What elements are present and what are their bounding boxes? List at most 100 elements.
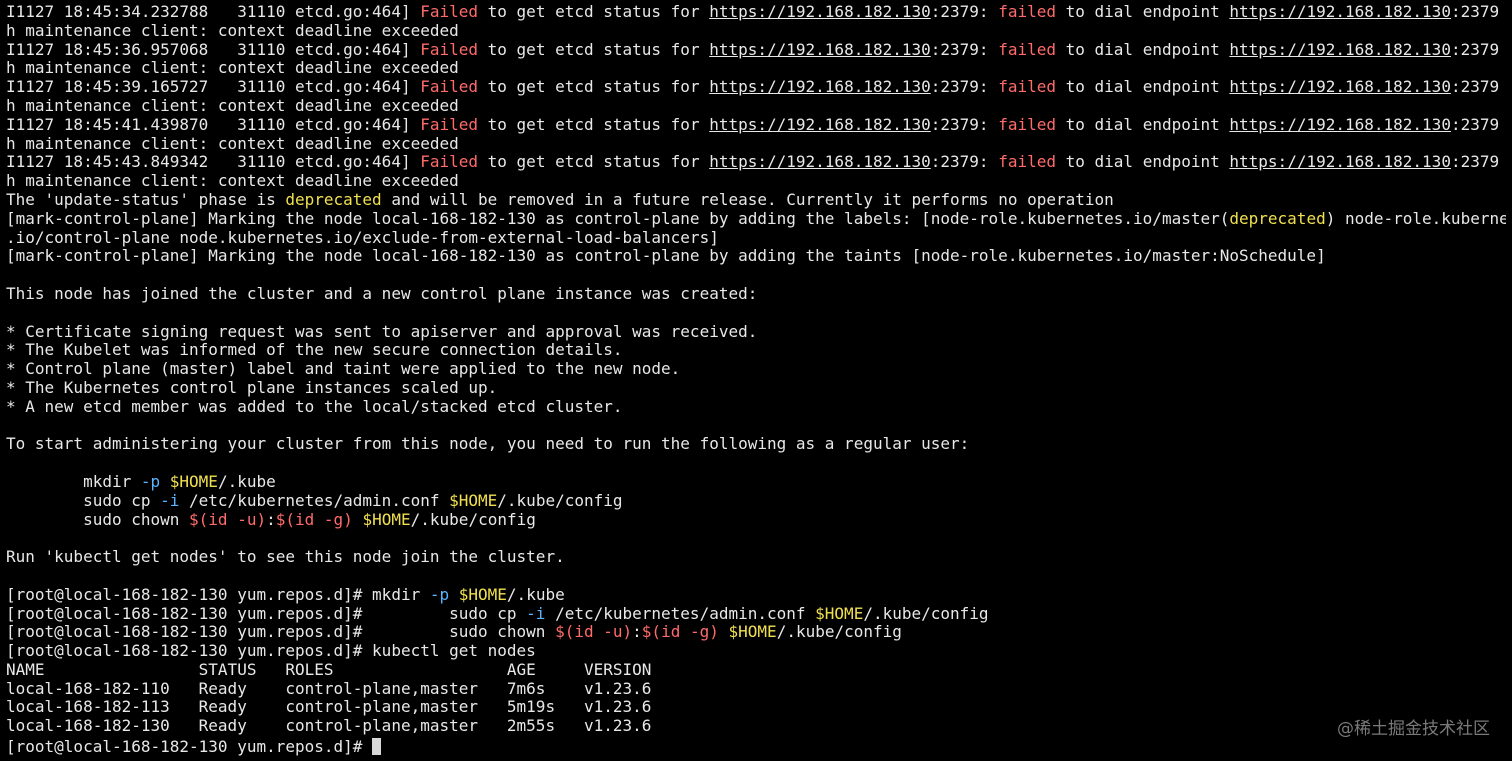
terminal-line: To start administering your cluster from… [6, 435, 1506, 454]
url-link[interactable]: https://192.168.182.130 [1229, 41, 1451, 59]
terminal-line: mkdir -p $HOME/.kube [6, 473, 1506, 492]
terminal-line: Run 'kubectl get nodes' to see this node… [6, 548, 1506, 567]
terminal-text-segment: [root@local-168-182-130 yum.repos.d]# ku… [6, 642, 536, 661]
terminal-text-segment: I1127 18:45:39.165727 31110 etcd.go:464] [6, 78, 421, 97]
terminal-text-segment: :2379 wit [1450, 3, 1500, 21]
terminal-text-segment: /.kube/config [863, 604, 989, 623]
terminal-line: local-168-182-113 Ready control-plane,ma… [6, 698, 1506, 717]
terminal-text-segment: to get etcd status for [478, 3, 710, 21]
terminal-text-segment: to dial endpoint [1056, 115, 1230, 134]
terminal-text-segment: h maintenance client: context deadline e… [6, 59, 459, 78]
terminal-text-segment: : [632, 623, 642, 642]
terminal-text-segment: to dial endpoint [1056, 3, 1230, 21]
terminal-text-segment: $HOME [728, 623, 777, 642]
terminal-text-segment: /etc/kubernetes/admin.conf [545, 604, 816, 623]
terminal-text-segment: ) [709, 623, 719, 642]
terminal-line: h maintenance client: context deadline e… [6, 59, 1506, 78]
terminal-text-segment: local-168-182-113 Ready control-plane,ma… [6, 698, 652, 717]
terminal-text-segment: h maintenance client: context deadline e… [6, 21, 459, 40]
url-link[interactable]: https://192.168.182.130 [709, 78, 931, 96]
url-link[interactable]: https://192.168.182.130 [709, 153, 931, 171]
terminal-text-segment: :2379 wit [1450, 115, 1500, 134]
terminal-line: * Control plane (master) label and taint… [6, 360, 1506, 379]
terminal-line: h maintenance client: context deadline e… [6, 22, 1506, 41]
terminal-text-segment: failed [998, 3, 1056, 21]
terminal-text-segment: -p [429, 585, 450, 604]
terminal-line: [root@local-168-182-130 yum.repos.d]# su… [6, 605, 1506, 624]
terminal-text-segment: This node has joined the cluster and a n… [6, 284, 758, 303]
terminal-text-segment: /.kube/config [497, 491, 623, 510]
terminal-text-segment: to dial endpoint [1056, 40, 1230, 59]
terminal-text-segment: /etc/kubernetes/admin.conf [179, 491, 450, 510]
terminal-text-segment: h maintenance client: context deadline e… [6, 172, 459, 191]
terminal-text-segment: ) [256, 510, 267, 529]
terminal-prompt-line[interactable]: [root@local-168-182-130 yum.repos.d]# [6, 738, 382, 757]
terminal-line: * A new etcd member was added to the loc… [6, 398, 1506, 417]
terminal-output: I1127 18:45:34.232788 31110 etcd.go:464]… [6, 3, 1506, 759]
url-link[interactable]: https://192.168.182.130 [709, 41, 931, 59]
terminal-text-segment: Failed [420, 3, 479, 21]
terminal-text-segment: $HOME [362, 510, 411, 529]
terminal-text-segment: Run 'kubectl get nodes' to see this node… [6, 548, 565, 567]
terminal-line: I1127 18:45:41.439870 31110 etcd.go:464]… [6, 116, 1506, 135]
terminal-text-segment: The 'update-status' phase is [6, 190, 286, 209]
terminal-text-segment: To start administering your cluster from… [6, 435, 970, 454]
url-link[interactable]: https://192.168.182.130 [1229, 153, 1451, 171]
terminal-text-segment: $HOME [458, 585, 507, 604]
terminal-text-segment: id -g [661, 623, 710, 642]
terminal-line: sudo cp -i /etc/kubernetes/admin.conf $H… [6, 492, 1506, 511]
terminal-line: [root@local-168-182-130 yum.repos.d]# su… [6, 623, 1506, 642]
terminal-window[interactable]: I1127 18:45:34.232788 31110 etcd.go:464]… [0, 0, 1512, 761]
url-link[interactable]: https://192.168.182.130 [709, 3, 931, 21]
url-link[interactable]: https://192.168.182.130 [1229, 116, 1451, 134]
terminal-text-segment: /.kube [217, 472, 276, 491]
terminal-text-segment: * Control plane (master) label and taint… [6, 360, 681, 379]
url-link[interactable]: https://192.168.182.130 [709, 116, 931, 134]
terminal-text-segment: mkdir [6, 472, 141, 491]
terminal-text-segment: $( [555, 623, 575, 642]
terminal-text-segment: [mark-control-plane] Marking the node lo… [6, 247, 1326, 266]
terminal-line: local-168-182-110 Ready control-plane,ma… [6, 680, 1506, 699]
terminal-text-segment: /.kube/config [410, 510, 536, 529]
terminal-text-segment: h maintenance client: context deadline e… [6, 134, 459, 153]
terminal-text-segment: I1127 18:45:34.232788 31110 etcd.go:464] [6, 3, 421, 21]
terminal-text-segment: [root@local-168-182-130 yum.repos.d]# su… [6, 623, 556, 642]
terminal-text-segment: deprecated [1229, 209, 1326, 228]
terminal-line: .io/control-plane node.kubernetes.io/exc… [6, 229, 1506, 248]
terminal-text-segment: :2379 wit [1450, 78, 1500, 97]
terminal-text-segment: ) [343, 510, 353, 529]
terminal-line: I1127 18:45:43.849342 31110 etcd.go:464]… [6, 153, 1506, 172]
terminal-text-segment: Failed [420, 78, 479, 97]
terminal-text-segment: -i [526, 604, 546, 623]
terminal-line: * Certificate signing request was sent t… [6, 323, 1506, 342]
terminal-text-segment: /.kube [506, 585, 565, 604]
terminal-line: I1127 18:45:36.957068 31110 etcd.go:464]… [6, 41, 1506, 60]
terminal-text-segment: to dial endpoint [1056, 78, 1230, 97]
terminal-text-segment: * The Kubelet was informed of the new se… [6, 341, 623, 360]
terminal-text-segment: :2379: [930, 40, 999, 59]
prompt-text: [root@local-168-182-130 yum.repos.d]# [6, 738, 373, 756]
terminal-text-segment: id -u [574, 623, 623, 642]
terminal-line: The 'update-status' phase is deprecated … [6, 191, 1506, 210]
terminal-text-segment: to get etcd status for [478, 78, 710, 97]
terminal-text-segment: I1127 18:45:41.439870 31110 etcd.go:464] [6, 115, 421, 134]
terminal-line: I1127 18:45:39.165727 31110 etcd.go:464]… [6, 78, 1506, 97]
terminal-line: I1127 18:45:34.232788 31110 etcd.go:464]… [6, 3, 1506, 22]
terminal-line: * The Kubernetes control plane instances… [6, 379, 1506, 398]
terminal-text-segment: Failed [420, 153, 479, 172]
url-link[interactable]: https://192.168.182.130 [1229, 3, 1451, 21]
terminal-text-segment: $HOME [169, 472, 218, 491]
terminal-text-segment: :2379: [930, 153, 999, 172]
terminal-text-segment: : [266, 510, 276, 529]
terminal-text-segment: * A new etcd member was added to the loc… [6, 397, 623, 416]
terminal-text-segment: NAME STATUS ROLES AGE VERSION [6, 660, 652, 679]
terminal-text-segment: sudo cp [6, 491, 161, 510]
url-link[interactable]: https://192.168.182.130 [1229, 78, 1451, 96]
terminal-text-segment: :2379: [930, 78, 999, 97]
